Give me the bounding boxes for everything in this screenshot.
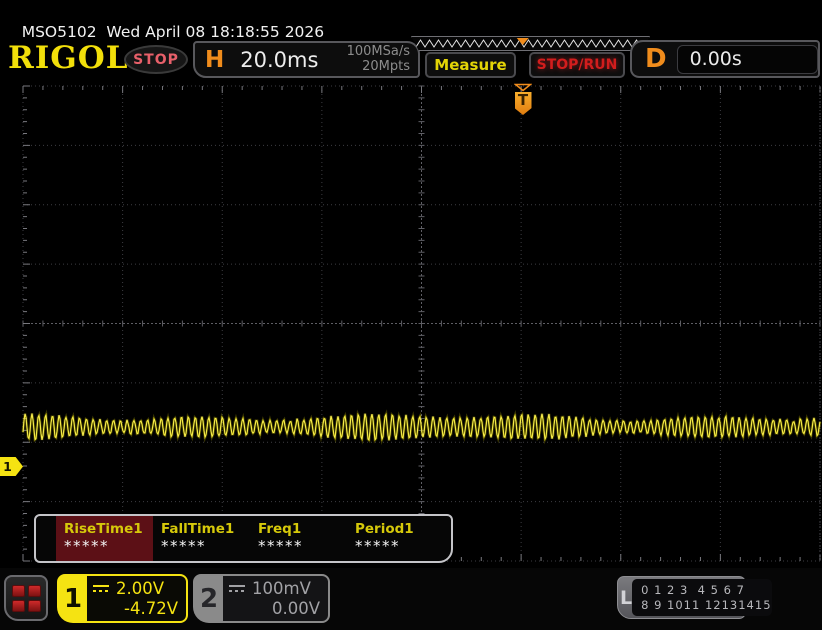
bottom-channel-bar: 1 2.00V -4.72V 2 100mV 0.00V L (0, 568, 822, 630)
channel2-offset: 0.00V (229, 599, 320, 618)
dc-coupling-icon (93, 585, 109, 593)
measurement-label: Freq1 (258, 521, 347, 537)
channel2-status-block[interactable]: 2 100mV 0.00V (193, 574, 330, 623)
measurement-freq[interactable]: Freq1 ***** (250, 516, 347, 561)
channel1-offset: -4.72V (93, 599, 178, 618)
channel2-info: 100mV 0.00V (223, 576, 328, 621)
timebase-value: 20.0ms (240, 48, 318, 72)
oscilloscope-screen: MSO5102 Wed April 08 18:18:55 2026 RIGOL… (0, 0, 822, 630)
acquisition-info: 100MSa/s 20Mpts (347, 45, 410, 75)
measurement-value: ***** (161, 537, 250, 555)
measurement-results-panel: RiseTime1 ***** FallTime1 ***** Freq1 **… (34, 514, 453, 563)
delay-value-box: 0.00s (677, 45, 818, 74)
delay-d-icon: D (645, 44, 667, 74)
memory-depth: 20Mpts (347, 60, 410, 75)
measurement-period[interactable]: Period1 ***** (347, 516, 444, 561)
graticule-grid-and-waveform (0, 85, 822, 562)
measurement-label: Period1 (355, 521, 444, 537)
measurement-risetime[interactable]: RiseTime1 ***** (56, 516, 153, 561)
menu-grid-square-icon (28, 600, 41, 612)
digital-channels-row1: 0 1 2 3 4 5 6 7 (641, 583, 771, 597)
menu-grid-square-icon (12, 600, 25, 612)
logic-analyzer-l-label: L (620, 579, 632, 616)
logic-analyzer-channels: 0 1 2 3 4 5 6 7 8 9 1011 12131415 (632, 579, 771, 616)
waveform-display-area: T 1 (0, 85, 822, 562)
measure-button[interactable]: Measure (425, 52, 516, 78)
channel2-number-tab: 2 (195, 576, 223, 621)
channel1-marker-label: 1 (0, 459, 15, 474)
menu-grid-square-icon (28, 585, 41, 597)
channel1-number-tab: 1 (59, 576, 87, 621)
horizontal-position-bar[interactable] (411, 36, 650, 51)
menu-grid-square-icon (12, 585, 25, 597)
dc-coupling-icon (229, 585, 245, 593)
acquisition-state-label: STOP (133, 52, 179, 68)
measurement-value: ***** (64, 537, 153, 555)
acquisition-state-badge[interactable]: STOP (124, 45, 188, 74)
rigol-logo: RIGOL (8, 40, 129, 76)
delay-value: 0.00s (690, 48, 742, 70)
stop-run-button[interactable]: STOP/RUN (529, 52, 625, 78)
channel1-info: 2.00V -4.72V (87, 576, 186, 621)
logic-analyzer-block[interactable]: L 0 1 2 3 4 5 6 7 8 9 1011 12131415 (617, 576, 746, 619)
measurement-label: FallTime1 (161, 521, 250, 537)
channel1-scale: 2.00V (116, 579, 164, 598)
measurement-falltime[interactable]: FallTime1 ***** (153, 516, 250, 561)
channel2-scale: 100mV (252, 579, 311, 598)
trigger-position-arrow-icon[interactable] (514, 83, 532, 92)
trigger-delay-panel[interactable]: D 0.00s (630, 40, 820, 78)
horizontal-h-icon: H (205, 47, 224, 73)
menu-grid-button[interactable] (4, 575, 48, 621)
measurement-value: ***** (258, 537, 347, 555)
sample-rate: 100MSa/s (347, 45, 410, 60)
channel1-status-block[interactable]: 1 2.00V -4.72V (57, 574, 188, 623)
horizontal-settings-panel[interactable]: H 20.0ms 100MSa/s 20Mpts (193, 41, 420, 78)
model-and-datetime: MSO5102 Wed April 08 18:18:55 2026 (22, 23, 324, 41)
measurement-value: ***** (355, 537, 444, 555)
digital-channels-row2: 8 9 1011 12131415 (641, 598, 771, 612)
waveform-overview-zigzag-icon (412, 37, 649, 50)
measurement-label: RiseTime1 (64, 521, 153, 537)
trigger-t-label: T (518, 92, 528, 108)
